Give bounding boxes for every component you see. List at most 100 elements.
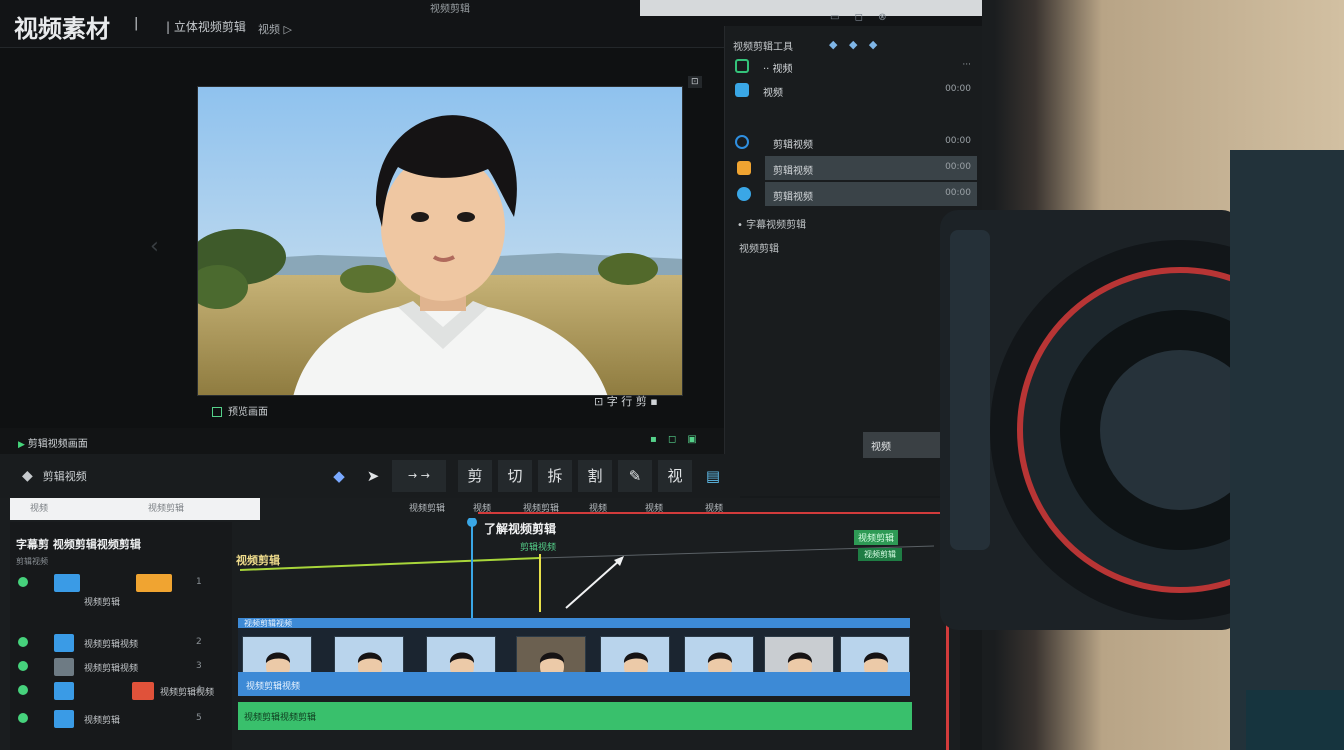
track-label: 视频剪辑视频 — [84, 664, 139, 674]
preview-caption: 预览画面 — [212, 403, 268, 418]
sidebar-item-label: 视频 — [763, 88, 783, 99]
timeline-track-label: 视频剪辑 — [236, 554, 280, 567]
top-highlight-bar — [640, 0, 982, 16]
track-index: 2 — [196, 637, 202, 647]
track-list-subtitle: 剪辑视频 — [16, 557, 48, 566]
window-controls[interactable]: ▭ ◻ ⊗ — [830, 12, 893, 23]
timeline-tabs: 视频 视频剪辑 视频剪辑 视频 视频剪辑 视频 视频 视频 — [10, 498, 960, 520]
preview-controls[interactable]: ⊡ 字 行 剪 ▪ — [594, 393, 658, 409]
audio-track-label: 视频剪辑视频剪辑 — [244, 713, 317, 723]
preview-corner-icon[interactable]: ⊡ — [688, 76, 702, 88]
track-thumb — [54, 634, 74, 652]
editing-toolbar: 剪辑视频 ◆ ➤ → → 剪 切 拆 割 ✎ 视 ▤ — [0, 454, 740, 498]
track-list: 字幕剪 视频剪辑视频剪辑 剪辑视频 1 视频剪辑 视频剪辑视频 2 视频剪辑视频… — [10, 522, 232, 750]
tab-item[interactable]: 视频 — [462, 498, 502, 520]
sidebar-item-value: 00:00 — [945, 136, 971, 146]
sidebar-item-label: 剪辑视频 — [773, 140, 813, 151]
tab-item[interactable]: 视频 — [634, 498, 674, 520]
video-icon — [735, 59, 749, 73]
tool-button-group: ◆ ➤ → → 剪 切 拆 割 ✎ 视 ▤ — [322, 460, 732, 492]
track-index: 3 — [196, 661, 202, 671]
camera-foreground — [940, 150, 1344, 750]
chevron-left-icon[interactable]: ‹ — [150, 234, 159, 259]
track-dot-icon — [18, 637, 28, 647]
track-list-title: 字幕剪 视频剪辑视频剪辑 — [16, 538, 141, 551]
track-row[interactable]: 视频剪辑视频 2 — [14, 632, 228, 654]
tab-active[interactable]: 视频 视频剪辑 — [10, 498, 260, 520]
preview-status-bar: 剪辑视频画面 ▪ ◻ ▣ — [0, 428, 724, 454]
track-label: 视频剪辑视频 — [84, 640, 139, 650]
playhead-label: 了解视频剪辑 — [484, 522, 557, 536]
keyframe-graph — [239, 518, 935, 618]
status-badge: 视频剪辑 — [858, 548, 902, 561]
sidebar-title: 视频剪辑工具 — [733, 42, 793, 53]
sidebar-item[interactable]: ·· 视频 ··· — [733, 54, 977, 78]
sidebar-item-label: 剪辑视频 — [773, 192, 813, 203]
tab-label: 视频 — [30, 504, 49, 514]
track-row[interactable]: 视频剪辑视频 3 — [14, 656, 228, 678]
status-label: 剪辑视频画面 — [18, 435, 88, 450]
range-marker-top — [478, 512, 948, 514]
audio-track-label: 视频剪辑视频 — [246, 682, 301, 692]
play-menu[interactable]: 视频 ▷ — [258, 21, 292, 37]
track-dot-icon — [18, 661, 28, 671]
tool-split-button[interactable]: 切 — [498, 460, 532, 492]
track-index: 5 — [196, 713, 202, 723]
title-separator: | — [134, 16, 139, 31]
tab-item[interactable]: 视频剪辑 — [400, 498, 454, 520]
tab-item[interactable]: 视频 — [578, 498, 618, 520]
project-name[interactable]: | 立体视频剪辑 — [166, 18, 246, 35]
tool-crop-button[interactable]: 割 — [578, 460, 612, 492]
folder-icon — [737, 161, 751, 175]
tab-item[interactable]: 视频剪辑 — [514, 498, 568, 520]
toolbar-title: 剪辑视频 — [22, 468, 87, 484]
track-index: 1 — [196, 577, 202, 587]
clip-icon — [735, 83, 749, 97]
track-dot-icon — [18, 713, 28, 723]
track-label: 视频剪辑 — [84, 716, 121, 726]
tool-view-button[interactable]: 视 — [658, 460, 692, 492]
app-title: 视频素材 — [14, 15, 110, 43]
tab-item[interactable]: 视频 — [694, 498, 734, 520]
tool-detach-button[interactable]: 拆 — [538, 460, 572, 492]
sidebar-footer-item[interactable]: 视频剪辑 — [739, 240, 779, 255]
sidebar-item[interactable]: 视频 00:00 — [733, 78, 977, 102]
audio-track-green[interactable]: 视频剪辑视频剪辑 — [238, 702, 912, 730]
track-thumb — [54, 682, 74, 700]
video-editor-window: 视频素材 | | 立体视频剪辑 视频 ▷ 视频剪辑 ▭ ◻ ⊗ ‹ ⊡ 预览画面… — [0, 0, 982, 750]
track-thumb — [54, 658, 74, 676]
chat-icon — [737, 187, 751, 201]
sidebar-footer-item[interactable]: • 字幕视频剪辑 — [737, 216, 806, 231]
sidebar-item-value: ··· — [962, 60, 971, 70]
audio-track-blue[interactable]: 视频剪辑视频 — [238, 672, 910, 696]
track-dot-icon — [18, 685, 28, 695]
track-index: 4 — [196, 685, 202, 695]
sidebar-controls[interactable]: ◆ ◆ ◆ — [829, 38, 881, 51]
tool-trim-button[interactable]: → → — [392, 460, 446, 492]
scene: 视频素材 | | 立体视频剪辑 视频 ▷ 视频剪辑 ▭ ◻ ⊗ ‹ ⊡ 预览画面… — [0, 0, 1344, 750]
sidebar-item-value: 00:00 — [945, 84, 971, 94]
preview-image — [198, 87, 682, 395]
track-label: 视频剪辑 — [84, 598, 121, 608]
playhead-sublabel: 剪辑视频 — [520, 543, 557, 553]
track-dot-icon — [18, 577, 28, 587]
track-marker — [132, 682, 154, 700]
tool-select-button[interactable]: ➤ — [356, 460, 390, 492]
track-row[interactable]: 视频剪辑视频 4 — [14, 680, 228, 702]
drop-icon — [735, 135, 749, 149]
tool-cut-button[interactable]: 剪 — [458, 460, 492, 492]
tool-layers-button[interactable]: ▤ — [696, 460, 730, 492]
top-center-label: 视频剪辑 — [430, 4, 470, 15]
video-preview[interactable] — [197, 86, 683, 396]
tool-effects-button[interactable]: ◆ — [322, 460, 356, 492]
status-icons[interactable]: ▪ ◻ ▣ — [650, 434, 701, 445]
tool-pen-button[interactable]: ✎ — [618, 460, 652, 492]
tab-label: 视频剪辑 — [148, 504, 185, 514]
track-row: 视频剪辑 — [14, 590, 228, 612]
track-thumb — [54, 710, 74, 728]
sidebar-item-label: 剪辑视频 — [773, 166, 813, 177]
track-row[interactable]: 视频剪辑 5 — [14, 708, 228, 730]
timeline-canvas[interactable]: 视频剪辑 了解视频剪辑 剪辑视频 视频剪辑 视频剪辑 视频剪辑视频 视频剪辑视频… — [234, 512, 960, 750]
track-label: 视频剪辑视频 — [160, 688, 215, 698]
timeline-panel: 视频 视频剪辑 视频剪辑 视频 视频剪辑 视频 视频 视频 字幕剪 视频剪辑视频剪… — [0, 498, 960, 750]
